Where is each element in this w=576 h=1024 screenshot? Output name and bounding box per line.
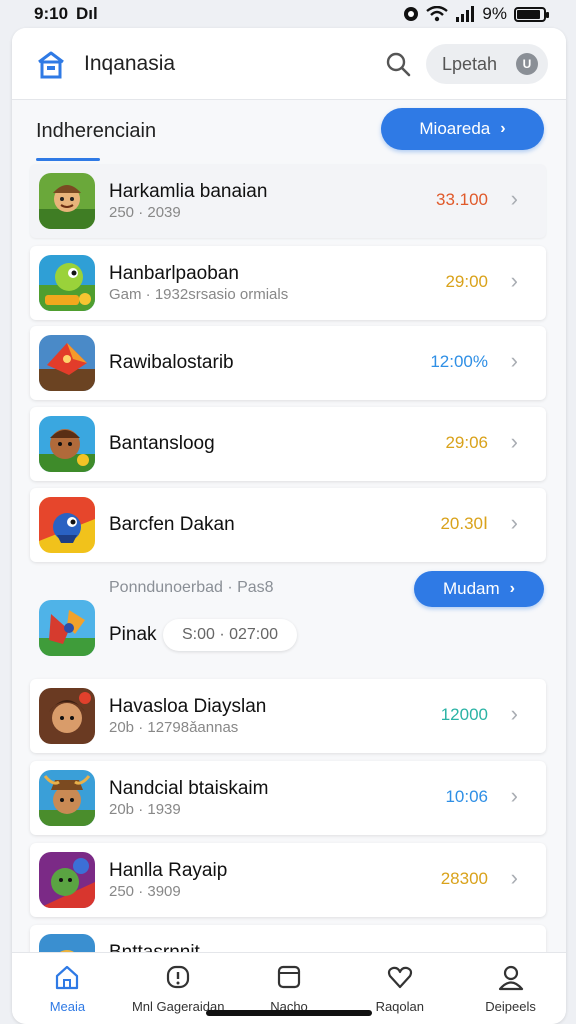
nav-label: Raqolan [375,999,424,1014]
item-subtitle: 20b · 1939 [109,801,181,818]
carrier-label: Dıl [76,4,98,23]
list-item[interactable]: Nandcial btaiskaim 20b · 1939 10:06 › [30,761,546,835]
promo-action-button[interactable]: Mudam › [414,571,544,607]
alarm-icon [404,7,419,21]
game-icon [39,255,95,311]
section-action-button[interactable]: Mioareda › [381,108,544,150]
chevron-right-icon: › [510,186,518,211]
list-item[interactable]: Hanlla Rayaip 250 · 3909 28300 › [30,843,546,917]
section-title: Indherenciain [36,120,157,142]
item-name: Bantansloog [109,433,215,454]
chevron-right-icon: › [510,429,518,454]
promo-name: Pinak [109,624,157,645]
chevron-right-icon: › [510,348,518,373]
game-icon [39,173,95,229]
item-subtitle: 250 · 3909 [109,883,181,900]
chevron-right-icon: › [509,580,515,597]
item-value: 29:06 [445,433,488,452]
item-name: Hanlla Rayaip [109,860,228,881]
promo-subtitle: Ponndunoerbad · Pas8 [109,579,274,596]
list-item[interactable]: Havasloa Diayslan 20b · 12798ǎannas 1200… [30,679,546,753]
section-tab-indicator [36,158,100,161]
nav-item-home[interactable]: Meaia [12,953,123,1024]
store-logo-icon[interactable] [36,50,66,80]
item-value: 12:00% [430,352,488,371]
item-subtitle: 250 · 2039 [109,204,181,221]
item-name: Hanbarlpaoban [109,263,239,284]
chevron-right-icon: › [510,865,518,890]
chevron-right-icon: › [510,510,518,535]
section-action-label: Mioareda [419,119,491,138]
home-indicator[interactable] [206,1010,372,1016]
home-icon [56,965,79,990]
battery-icon [514,6,549,22]
chevron-right-icon: › [510,783,518,808]
status-time: 9:10 [34,4,69,23]
list-item[interactable]: Bantansloog 29:06 › [30,407,546,481]
signal-icon [456,6,475,22]
item-subtitle: 20b · 12798ǎannas [109,719,239,736]
item-value: 28300 [440,869,488,888]
status-bar: 9:10 Dıl 9% [0,0,576,28]
item-name: Nandcial btaiskaim [109,778,269,799]
list-item[interactable]: Rawibalostarib 12:00% › [30,326,546,400]
game-icon[interactable] [39,600,95,656]
item-name: Barcfen Dakan [109,514,235,535]
status-right: 9% [403,4,549,24]
item-name: Rawibalostarib [109,352,234,373]
game-icon [39,770,95,826]
nav-item-profile[interactable]: Deipeels [455,953,566,1024]
browser-icon [277,965,301,989]
chevron-right-icon: › [500,120,506,137]
game-icon [39,335,95,391]
game-icon [39,852,95,908]
game-icon [39,688,95,744]
nav-label: Deipeels [485,999,536,1014]
list-item[interactable]: Barcfen Dakan 20.30Ⅰ › [30,488,546,562]
game-icon [39,416,95,472]
status-left: 9:10 Dıl [34,4,98,24]
alert-icon [167,965,190,989]
app-header: Inqanasia Lpetah U [12,28,566,100]
item-value: 33.100 [436,190,488,209]
game-icon [39,497,95,553]
item-subtitle: Gam · 1932srsasio ormials [109,286,289,303]
chevron-right-icon: › [510,701,518,726]
promo-time-chip: S:00 · 027:00 [163,619,297,651]
nav-label: Meaia [49,999,86,1014]
battery-percent: 9% [482,4,507,23]
app-title: Inqanasia [84,52,176,75]
item-value: 12000 [440,705,488,724]
chevron-right-icon: › [510,268,518,293]
promo-action-label: Mudam [442,579,500,598]
list-item[interactable]: Hanbarlpaoban Gam · 1932srsasio ormials … [30,246,546,320]
item-value: 29:00 [445,272,488,291]
wifi-icon [426,6,449,22]
item-name: Havasloa Diayslan [109,696,267,717]
item-value: 20.30Ⅰ [440,514,488,533]
account-icon: U [516,53,538,75]
account-pill[interactable]: Lpetah U [426,44,548,84]
account-pill-label: Lpetah [442,53,498,74]
app-window: Inqanasia Lpetah U Indherenciain Mioared… [12,28,566,1024]
item-name: Harkamlia banaian [109,181,268,202]
item-value: 10:06 [445,787,488,806]
search-icon[interactable] [384,50,412,78]
heart-icon [387,966,412,989]
list-item[interactable]: Harkamlia banaian 250 · 2039 33.100 › [30,164,546,238]
profile-icon [498,965,523,991]
